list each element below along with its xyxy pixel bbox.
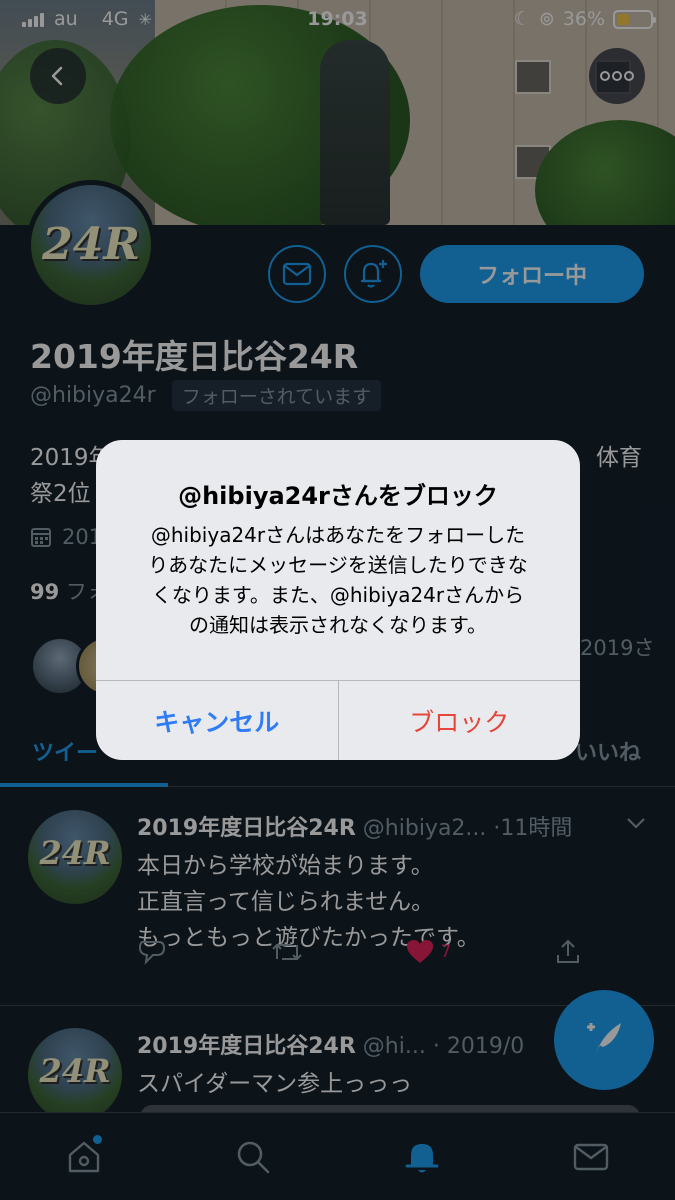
cancel-button[interactable]: キャンセル (96, 681, 339, 760)
block-button[interactable]: ブロック (339, 681, 581, 760)
dialog-message: @hibiya24rさんはあなたをフォローした りあなたにメッセージを送信したり… (148, 523, 528, 637)
dialog-title: @hibiya24rさんをブロック (178, 482, 498, 510)
block-alert-dialog: @hibiya24rさんをブロック @hibiya24rさんはあなたをフォローし… (96, 440, 580, 760)
